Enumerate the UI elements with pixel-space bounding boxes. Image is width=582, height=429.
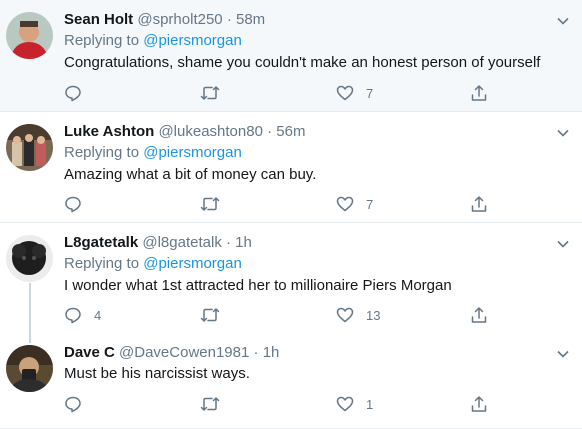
heart-icon [336,84,354,102]
share-icon [470,395,488,413]
timestamp[interactable]: 1h [263,344,280,361]
share-icon [470,84,488,102]
separator-dot: · [253,344,259,361]
retweet-button[interactable] [200,193,232,215]
thread-connector [29,335,31,343]
chevron-down-icon[interactable] [556,347,570,361]
tweet[interactable]: Dave C @DaveCowen1981 · 1h Must be his n… [0,335,582,429]
reply-icon [64,84,82,102]
tweet[interactable]: Luke Ashton @lukeashton80 · 56m Replying… [0,112,582,223]
like-button[interactable]: 7 [336,193,373,215]
reply-icon [64,306,82,324]
reply-button[interactable] [64,393,94,415]
tweet-text: I wonder what 1st attracted her to milli… [64,277,452,294]
display-name[interactable]: Dave C [64,344,115,361]
share-button[interactable] [470,393,488,415]
like-count: 1 [366,396,374,412]
mention-link[interactable]: @piersmorgan [143,32,242,49]
reply-count: 4 [94,307,102,323]
tweet-actions: 7 [64,193,582,215]
tweet-actions: 1 [64,393,582,415]
tweet-text: Amazing what a bit of money can buy. [64,166,317,183]
retweet-icon [200,84,220,102]
reply-button[interactable] [64,82,94,104]
chevron-down-icon[interactable] [556,237,570,251]
mention-link[interactable]: @piersmorgan [143,255,242,272]
reply-button[interactable]: 4 [64,304,101,326]
avatar[interactable] [6,12,53,59]
retweet-button[interactable] [200,304,232,326]
avatar[interactable] [6,345,53,392]
retweet-button[interactable] [200,82,232,104]
share-button[interactable] [470,193,488,215]
retweet-icon [200,195,220,213]
replying-to: Replying to @piersmorgan [64,30,572,52]
user-handle[interactable]: @l8gatetalk [142,234,221,251]
separator-dot: · [226,234,231,251]
like-button[interactable]: 1 [336,393,373,415]
like-count: 7 [366,196,374,212]
timestamp[interactable]: 1h [235,234,252,251]
retweet-button[interactable] [200,393,232,415]
display-name[interactable]: Luke Ashton [64,123,154,140]
tweet[interactable]: Sean Holt @sprholt250 · 58m Replying to … [0,0,582,112]
heart-icon [336,306,354,324]
thread-connector [29,283,31,335]
tweet[interactable]: L8gatetalk @l8gatetalk · 1h Replying to … [0,223,582,335]
like-count: 13 [366,307,381,323]
replying-label: Replying to [64,255,140,272]
like-button[interactable]: 13 [336,304,380,326]
tweet-header: Luke Ashton @lukeashton80 · 56m [64,122,572,142]
replying-to: Replying to @piersmorgan [64,253,572,275]
tweet-header: Dave C @DaveCowen1981 · 1h [64,343,572,363]
user-handle[interactable]: @lukeashton80 [158,123,262,140]
like-button[interactable]: 7 [336,82,373,104]
separator-dot: · [267,123,273,140]
user-handle[interactable]: @DaveCowen1981 [119,344,249,361]
reply-icon [64,395,82,413]
heart-icon [336,195,354,213]
replying-label: Replying to [64,144,140,161]
user-handle[interactable]: @sprholt250 [137,11,222,28]
heart-icon [336,395,354,413]
display-name[interactable]: Sean Holt [64,11,133,28]
retweet-icon [200,395,220,413]
share-button[interactable] [470,82,488,104]
share-icon [470,195,488,213]
like-count: 7 [366,85,374,101]
replying-label: Replying to [64,32,140,49]
chevron-down-icon[interactable] [556,14,570,28]
mention-link[interactable]: @piersmorgan [143,144,242,161]
share-icon [470,306,488,324]
tweet-actions: 4 13 [64,304,582,326]
avatar[interactable] [6,124,53,171]
tweet-header: Sean Holt @sprholt250 · 58m [64,10,572,30]
tweet-header: L8gatetalk @l8gatetalk · 1h [64,233,572,253]
separator-dot: · [226,11,232,28]
retweet-icon [200,306,220,324]
display-name[interactable]: L8gatetalk [64,234,138,251]
reply-icon [64,195,82,213]
reply-button[interactable] [64,193,94,215]
chevron-down-icon[interactable] [556,126,570,140]
timestamp[interactable]: 56m [276,123,305,140]
tweet-text: Must be his narcissist ways. [64,365,250,382]
avatar[interactable] [6,235,53,282]
replying-to: Replying to @piersmorgan [64,142,572,164]
tweet-text: Congratulations, shame you couldn't make… [64,54,541,71]
timestamp[interactable]: 58m [236,11,265,28]
share-button[interactable] [470,304,488,326]
tweet-actions: 7 [64,82,582,104]
